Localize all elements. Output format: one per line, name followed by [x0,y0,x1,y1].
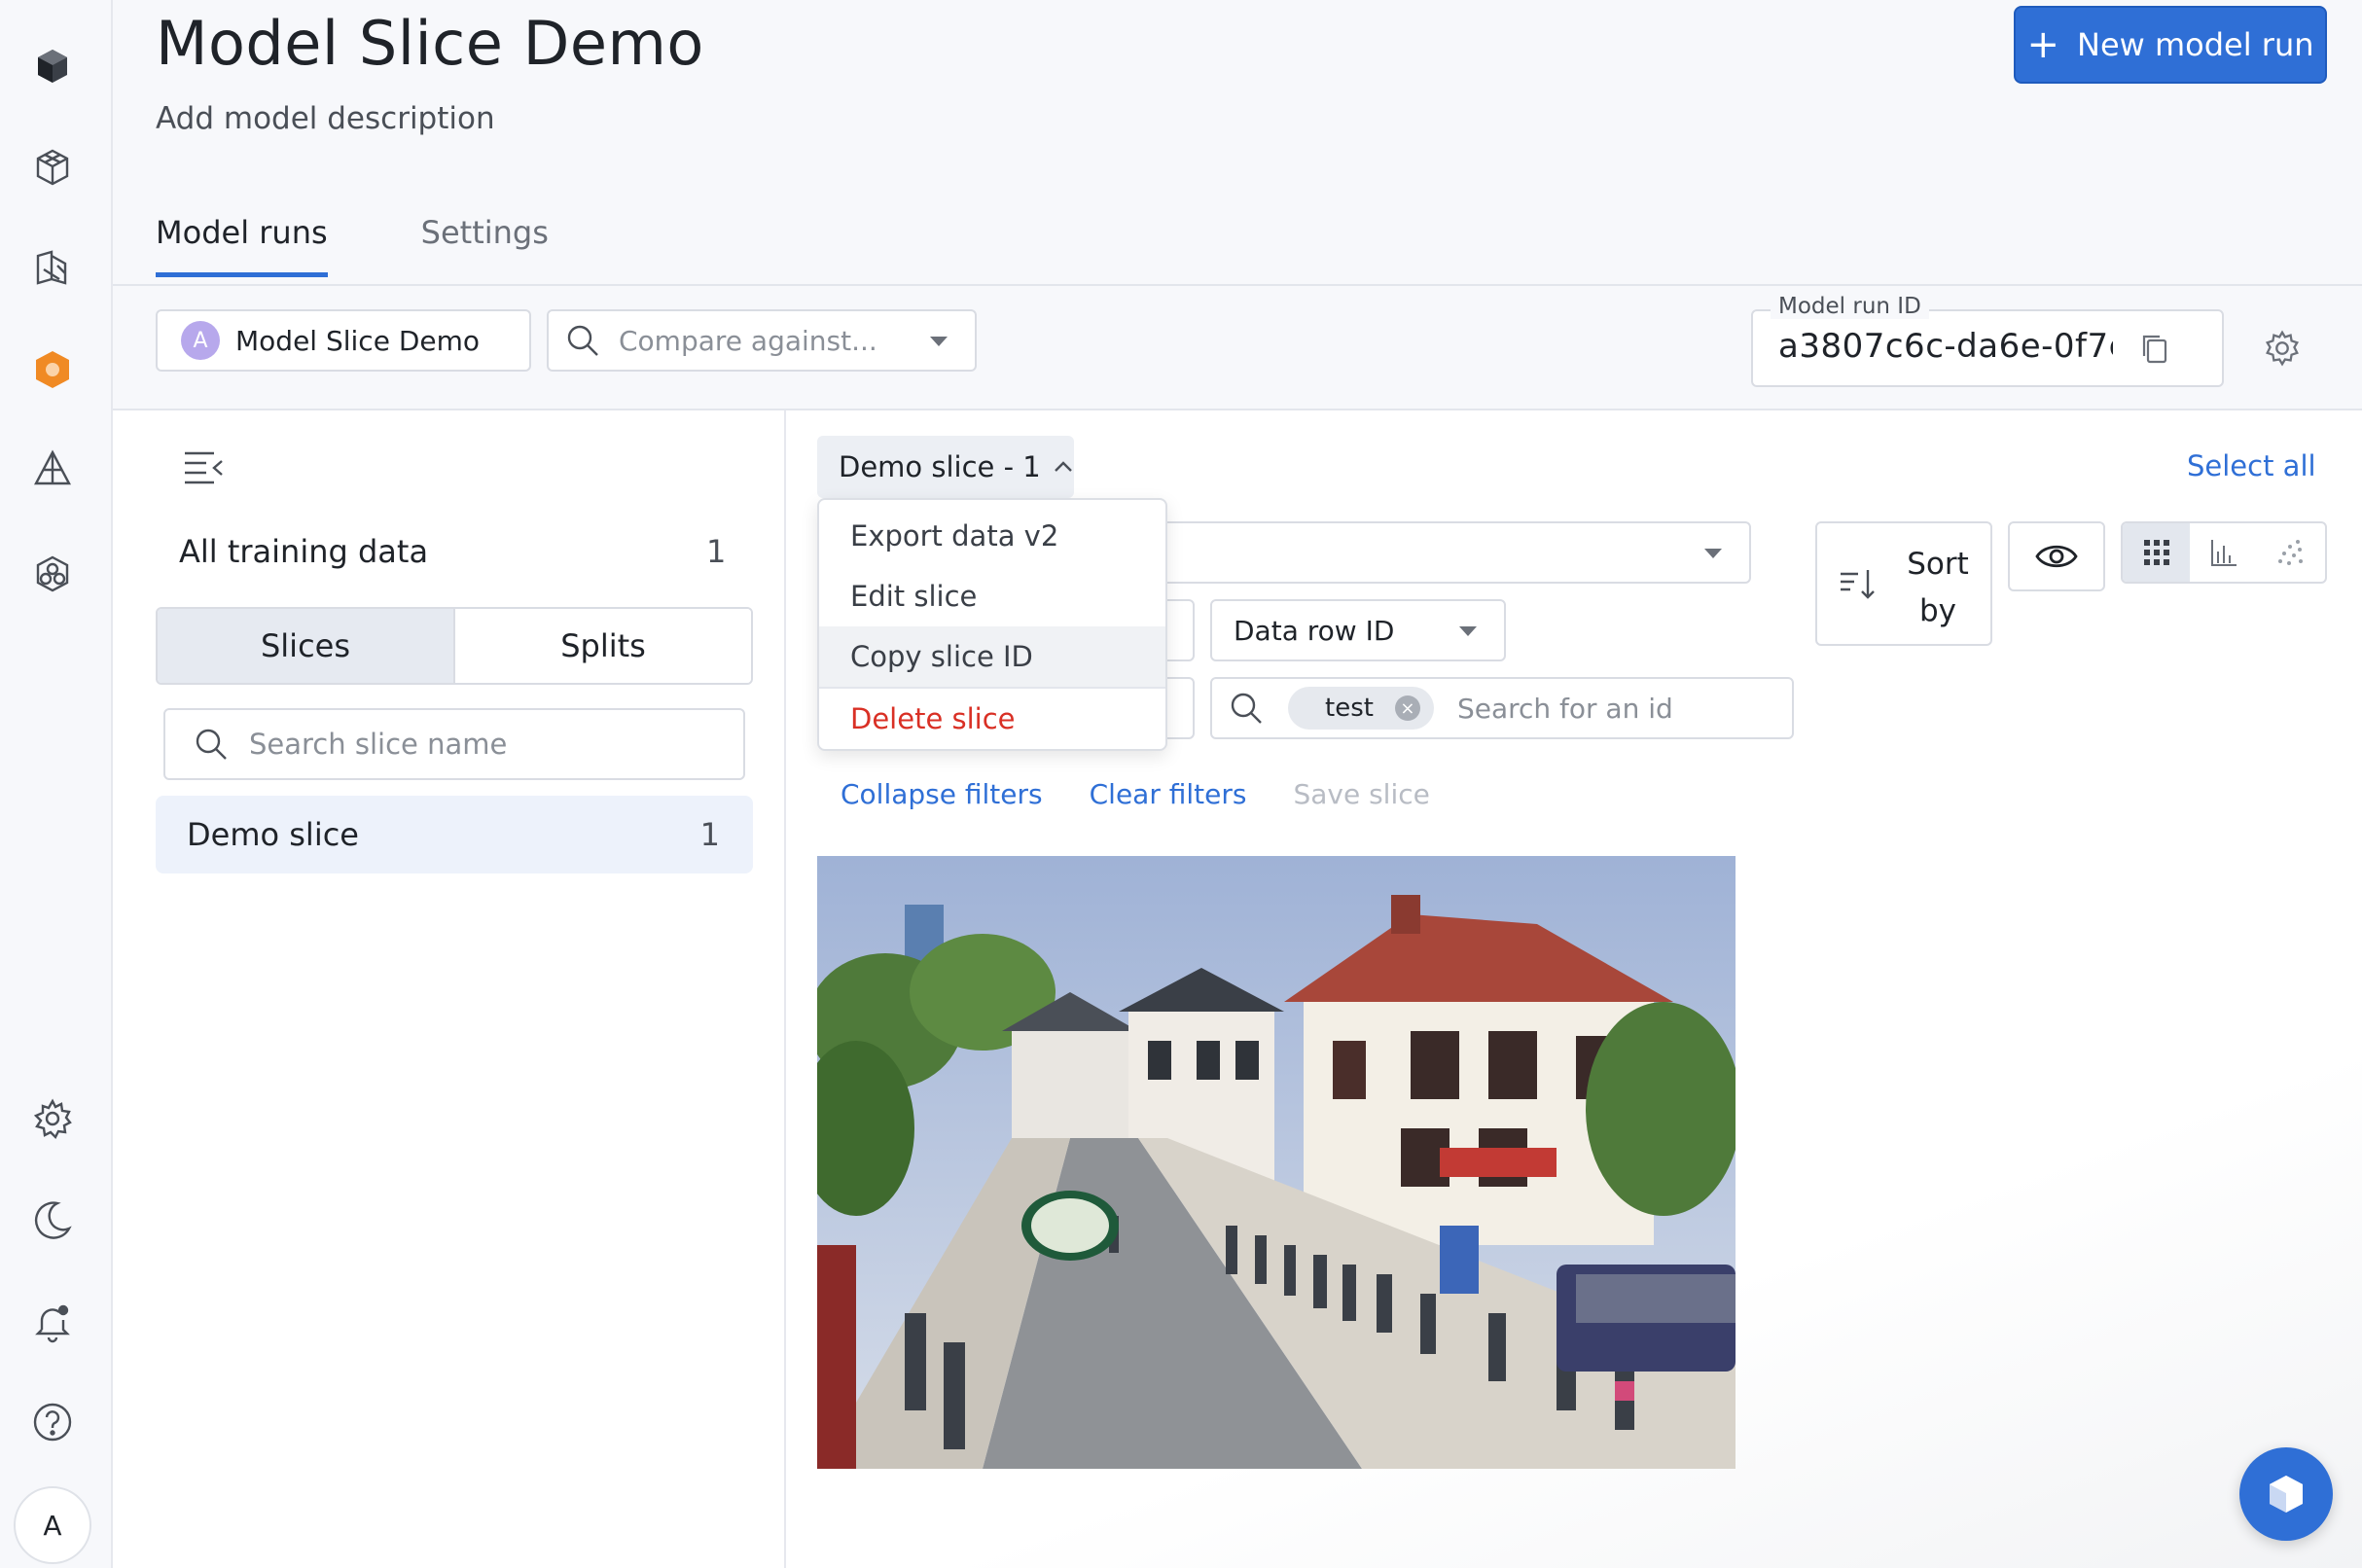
slice-actions-menu: Export data v2 Edit slice Copy slice ID … [817,498,1167,751]
model-icon[interactable] [27,344,78,395]
model-run-id-label: Model run ID [1771,294,1929,319]
header-divider [113,284,2362,286]
chevron-down-icon [930,337,948,346]
chevron-up-icon [1054,461,1072,472]
compare-against-select[interactable]: Compare against... [547,309,977,372]
slice-search-placeholder: Search slice name [249,728,508,761]
eye-icon [2035,545,2078,568]
slice-dropdown-button[interactable]: Demo slice - 1 [817,436,1074,498]
model-description[interactable]: Add model description [156,101,495,136]
scatter-icon [2278,540,2304,565]
new-model-run-button[interactable]: + New model run [2014,6,2327,84]
chevron-down-icon [1704,549,1722,558]
street-photo [817,856,1736,1469]
id-search-input[interactable]: test × Search for an id [1210,677,1794,739]
ontology-icon[interactable] [27,444,78,494]
search-icon [1231,693,1262,724]
model-selector[interactable]: A Model Slice Demo [156,309,531,372]
filter-tag: test × [1288,687,1434,730]
filter-actions: Collapse filters Clear filters Save slic… [841,778,1430,810]
visibility-toggle-button[interactable] [2008,521,2105,591]
bar-chart-icon [2210,540,2237,566]
help-icon[interactable] [27,1397,78,1447]
filter-select[interactable] [1148,521,1751,584]
slice-count: 1 [699,816,720,853]
metrics-view-button[interactable] [2190,523,2257,582]
model-run-id-value[interactable]: a3807c6c-da6e-0f7e-b [1778,327,2113,366]
select-all-link[interactable]: Select all [2187,449,2316,482]
all-training-data-label[interactable]: All training data [179,533,428,570]
dark-mode-icon[interactable] [27,1194,78,1245]
all-training-data-count: 1 [706,533,727,570]
menu-item-export-data[interactable]: Export data v2 [819,506,1165,566]
model-name: Model Slice Demo [235,324,481,357]
id-search-placeholder: Search for an id [1456,692,1673,725]
help-chat-button[interactable] [2239,1447,2333,1541]
copy-icon[interactable] [2136,331,2173,368]
grid-icon [2143,540,2169,565]
workflow-icon[interactable] [27,549,78,599]
settings-icon[interactable] [27,1093,78,1144]
gear-icon[interactable] [2261,327,2304,370]
model-avatar: A [181,321,220,360]
sort-by-label: Sort by [1907,547,1969,628]
menu-item-edit-slice[interactable]: Edit slice [819,566,1165,626]
segment-slices[interactable]: Slices [158,609,455,683]
grid-view-button[interactable] [2123,523,2191,582]
filter-tag-label: test [1325,694,1374,723]
slice-chip-label: Demo slice - 1 [839,450,1041,483]
menu-item-delete-slice[interactable]: Delete slice [819,687,1165,749]
collapse-filters-link[interactable]: Collapse filters [841,778,1043,810]
save-slice-link: Save slice [1293,778,1430,810]
page-title: Model Slice Demo [156,8,704,79]
annotate-icon[interactable] [27,243,78,294]
slices-panel [113,410,786,1568]
data-row-id-label: Data row ID [1234,614,1395,647]
clear-filters-link[interactable]: Clear filters [1090,778,1247,810]
labelbox-logo-icon[interactable] [27,41,78,91]
labelbox-chat-icon [2270,1476,2303,1513]
view-mode-toggle [2121,521,2327,584]
user-avatar[interactable]: A [14,1486,91,1564]
sort-icon [1841,570,1875,599]
close-icon[interactable]: × [1394,695,1420,721]
menu-item-copy-slice-id[interactable]: Copy slice ID [819,626,1165,687]
tab-model-runs[interactable]: Model runs [156,214,328,277]
tab-bar: Model runs Settings [156,214,549,277]
projector-view-button[interactable] [2258,523,2325,582]
data-row-id-select[interactable]: Data row ID [1210,599,1506,661]
notifications-icon[interactable] [27,1296,78,1346]
data-row-thumbnail[interactable] [817,856,1736,1469]
catalog-icon[interactable] [27,142,78,193]
slice-name: Demo slice [187,816,359,853]
plus-icon: + [2026,22,2059,67]
slice-search-input[interactable]: Search slice name [163,708,745,780]
segment-splits[interactable]: Splits [455,609,751,683]
collapse-panel-icon[interactable] [181,447,226,486]
search-icon [567,325,598,356]
search-icon [196,729,227,760]
tab-settings[interactable]: Settings [421,214,549,277]
slices-splits-toggle: Slices Splits [156,607,753,685]
list-item[interactable]: Demo slice 1 [156,796,753,873]
compare-placeholder: Compare against... [619,324,877,357]
chevron-down-icon [1459,626,1477,636]
new-model-run-label: New model run [2077,26,2314,63]
